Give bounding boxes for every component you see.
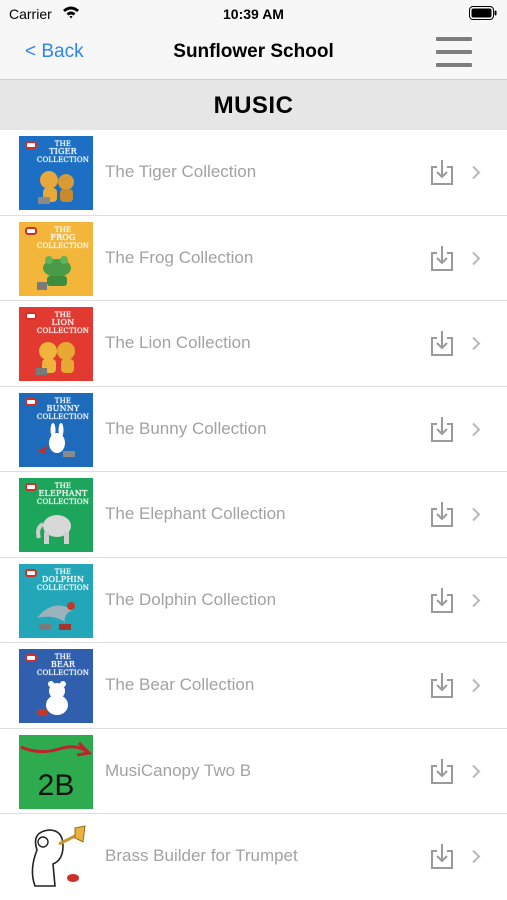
chevron-right-icon[interactable] [471,422,481,437]
list-item-label: The Lion Collection [105,333,251,352]
list-item[interactable]: THE BUNNY COLLECTION The Bunny Collection [0,387,507,472]
cover-title: THE BEAR COLLECTION [35,653,91,677]
cover-title-main: BUNNY [46,403,80,413]
chevron-right-icon[interactable] [471,251,481,266]
navigation-bar: < Back Sunflower School [0,28,507,80]
cover-title-sub: COLLECTION [36,412,90,421]
cover-title-main: ELEPHANT [38,489,88,498]
download-icon[interactable] [429,158,455,186]
status-bar: Carrier 10:39 AM [0,0,507,28]
download-icon[interactable] [429,329,455,357]
download-icon[interactable] [429,500,455,528]
cover-illustration [37,681,68,716]
cover-thumbnail: 2B [19,734,93,809]
cover-label: 2B [37,768,75,802]
cover-thumbnail: THE FROG COLLECTION [19,221,93,296]
cover-thumbnail: THE BUNNY COLLECTION [19,392,93,467]
list-item[interactable]: THE ELEPHANT COLLECTION The Elephant Collec… [0,472,507,558]
cover-title: THE DOLPHIN COLLECTION [35,568,91,592]
cover-thumbnail: THE ELEPHANT COLLECTION [19,478,93,552]
list-item[interactable]: THE LION COLLECTION The Lion Collection [0,301,507,387]
cover-title: THE LION COLLECTION [35,311,91,335]
cover-thumbnail: THE BEAR COLLECTION [19,649,93,723]
list-item-label: The Bunny Collection [105,418,267,438]
list-item-label: The Elephant Collection [105,504,286,523]
download-icon[interactable] [429,842,455,870]
list-item[interactable]: THE FROG COLLECTION The Frog Collection [0,216,507,301]
menu-bar-top [436,37,472,41]
download-icon[interactable] [429,671,455,699]
cover-illustration [38,171,74,204]
cover-title: THE BUNNY COLLECTION [35,397,91,421]
cover-title-sub: COLLECTION [36,669,90,677]
cover-illustration [37,422,75,457]
list-item[interactable]: 2B MusiCanopy Two B [0,729,507,814]
cover-title-sub: COLLECTION [36,156,90,164]
cover-thumbnail: THE LION COLLECTION [19,307,93,381]
download-icon[interactable] [429,586,455,614]
chevron-right-icon[interactable] [471,678,481,693]
cover-title-main: TIGER [49,147,77,156]
cover-title-main: FROG [50,232,76,242]
cover-title: THE ELEPHANT COLLECTION [35,482,91,506]
list-item[interactable]: THE TIGER COLLECTION The Tiger Collection [0,130,507,216]
cover-title-main: DOLPHIN [41,574,85,584]
download-icon[interactable] [429,244,455,272]
cover-title-sub: COLLECTION [36,241,90,250]
collection-list: THE TIGER COLLECTION The Tiger Collection TH… [0,130,507,900]
list-item[interactable]: THE BEAR COLLECTION The Bear Collection [0,643,507,729]
cover-title-sub: COLLECTION [36,583,90,592]
cover-title: THE FROG COLLECTION [35,226,91,250]
cover-title-main: BEAR [50,660,76,669]
list-item-label: The Dolphin Collection [105,589,277,609]
cover-thumbnail: THE DOLPHIN COLLECTION [19,563,93,638]
cover-title-main: LION [51,318,75,327]
cover-illustration [37,601,75,630]
chevron-right-icon[interactable] [471,849,481,864]
menu-bar-bottom [436,63,472,67]
list-item-label: Brass Builder for Trumpet [105,846,298,865]
cover-illustration [37,255,71,290]
cover-title-sub: COLLECTION [36,327,90,335]
cover-thumbnail [19,820,93,894]
chevron-right-icon[interactable] [471,336,481,351]
cover-title: THE TIGER COLLECTION [35,140,91,164]
download-icon[interactable] [429,757,455,785]
list-item-label: The Bear Collection [105,675,255,694]
section-title: MUSIC [213,92,294,119]
list-item-label: The Tiger Collection [105,162,257,181]
download-icon[interactable] [429,415,455,443]
chevron-right-icon[interactable] [471,593,481,608]
menu-bar-middle [436,50,472,54]
back-button[interactable]: < Back [25,41,84,63]
trumpet-player-icon [31,825,86,887]
list-item[interactable]: THE DOLPHIN COLLECTION The Dolphin Collecti… [0,558,507,643]
chevron-right-icon[interactable] [471,507,481,522]
list-item-label: MusiCanopy Two B [105,760,252,780]
status-time: 10:39 AM [223,6,284,22]
hamburger-menu-icon[interactable] [434,35,474,69]
list-item-label: The Frog Collection [105,247,254,267]
chevron-right-icon[interactable] [471,165,481,180]
section-header: MUSIC [0,80,507,130]
list-item[interactable]: Brass Builder for Trumpet [0,814,507,900]
cover-thumbnail: THE TIGER COLLECTION [19,136,93,210]
curl-decoration-icon [20,741,93,756]
cover-title-sub: COLLECTION [36,498,90,506]
battery-icon [469,6,497,20]
cover-illustration [36,342,75,375]
chevron-right-icon[interactable] [471,764,481,779]
cover-illustration [36,515,71,544]
